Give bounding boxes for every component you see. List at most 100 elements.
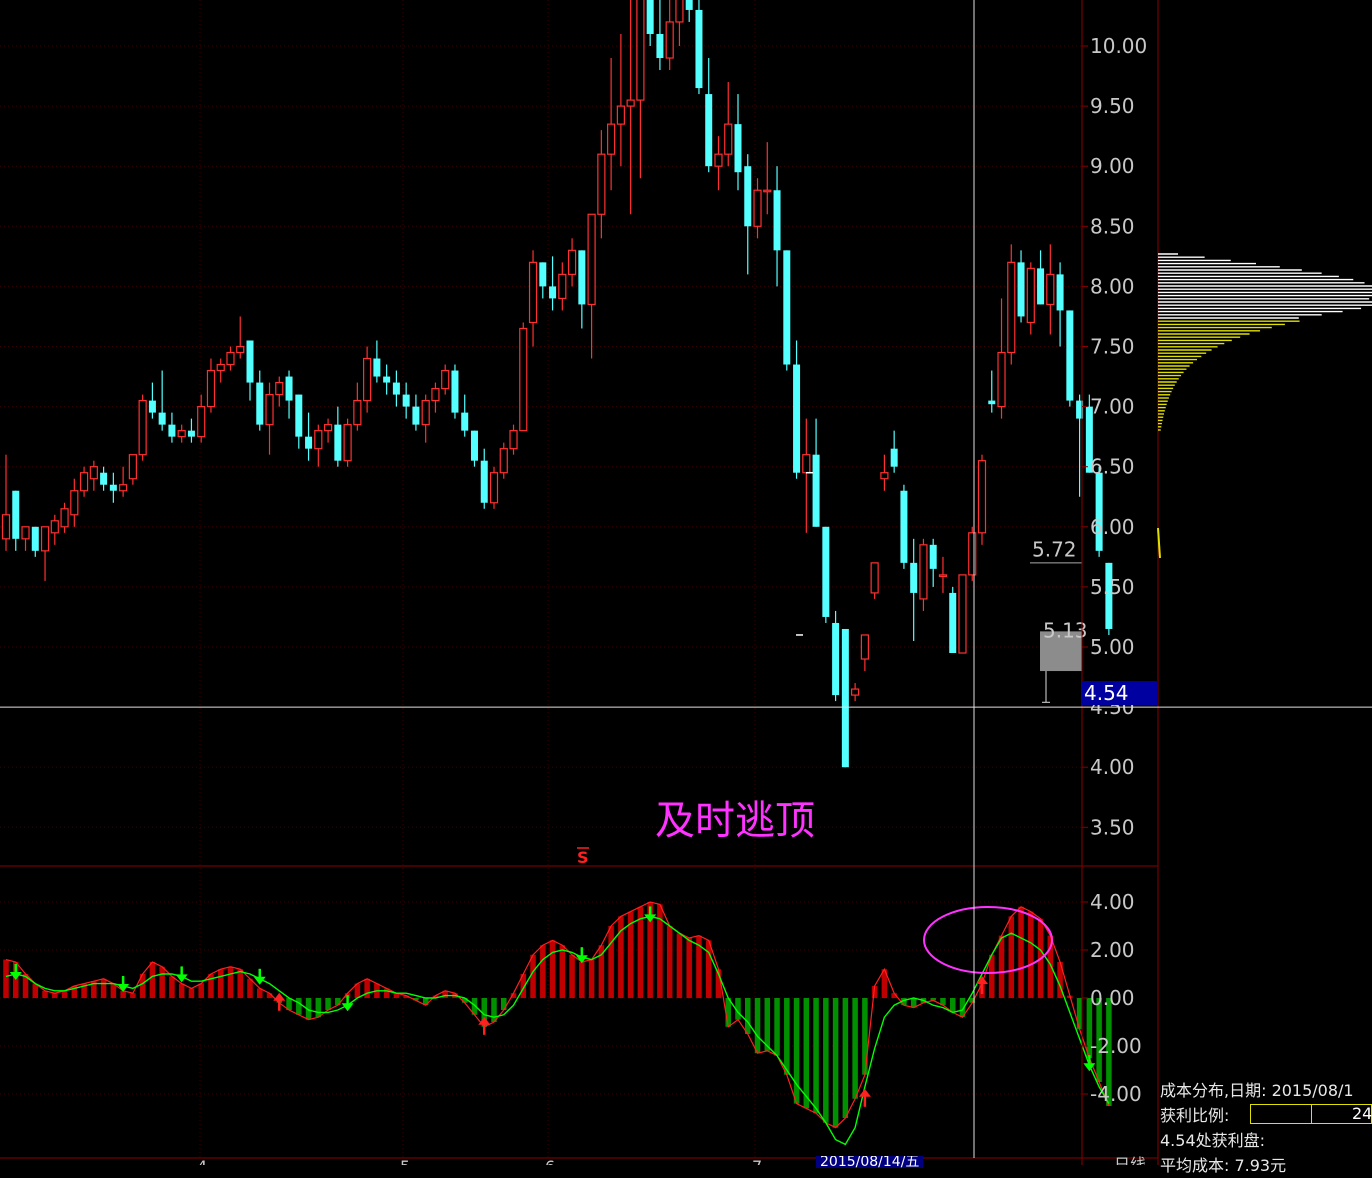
candle-up — [70, 490, 79, 516]
candle-up — [626, 99, 635, 107]
candle-up — [870, 562, 879, 594]
candle-up — [265, 393, 274, 426]
candle-down — [451, 370, 459, 413]
chart-stage: 5.72 5.13 S 10.00 9.50 9.00 8.50 8.00 7.50 7.00… — [0, 0, 1372, 1165]
candle-up — [50, 520, 59, 534]
candle-up — [1007, 261, 1016, 354]
candle-down — [910, 562, 918, 593]
crosshair-date-tag: 2015/08/14/五 — [816, 1156, 924, 1168]
candle-up — [714, 153, 723, 167]
overlay — [0, 0, 1372, 1158]
candle-up — [958, 574, 967, 654]
candle-up — [509, 430, 518, 450]
candle-up — [919, 544, 928, 600]
candle-down — [373, 358, 381, 377]
y-tick-label: 7.50 — [1090, 335, 1135, 359]
candle-up — [519, 327, 528, 432]
candle-up — [802, 454, 811, 474]
candle-up — [665, 21, 674, 59]
candle-down — [305, 436, 313, 449]
candle-down — [1056, 274, 1064, 311]
y-tick-label: 10.00 — [1090, 34, 1147, 58]
cost-panel-title: 成本分布,日期: 2015/08/1 — [1160, 1081, 1354, 1100]
candle-up — [314, 430, 323, 450]
candle-up — [1, 514, 11, 540]
y-tick-label: 9.50 — [1090, 94, 1135, 118]
candle-up — [1046, 273, 1055, 306]
candle-up — [177, 430, 186, 438]
candle-down — [295, 394, 303, 437]
y-tick-label: 8.50 — [1090, 214, 1135, 238]
period-label: 日线 — [1114, 1155, 1146, 1165]
annotation-text: 及时逃顶 — [655, 798, 815, 844]
macd-y-tick-label: 2.00 — [1090, 938, 1135, 962]
candle-down — [734, 124, 742, 173]
candle-down — [705, 94, 713, 167]
candle-down — [988, 400, 996, 405]
candle-up — [997, 351, 1006, 408]
candle-up — [880, 472, 889, 480]
candle-up — [216, 363, 225, 372]
profit-ratio-value: 24 — [1352, 1104, 1372, 1123]
candle-down — [549, 286, 557, 299]
candle-down — [832, 622, 840, 696]
candle-down — [148, 400, 156, 413]
crosshair-price-tag: 4.54 — [1082, 681, 1158, 705]
candle-down — [392, 382, 400, 395]
candle-down — [383, 376, 391, 383]
candle-up — [851, 688, 860, 696]
y-tick-label: 9.00 — [1090, 154, 1135, 178]
candle-down — [822, 526, 830, 617]
candle-up — [21, 526, 30, 540]
low-mark-label: 5.13 — [1043, 618, 1088, 642]
candle-up — [968, 532, 977, 576]
y-tick-label: 7.00 — [1090, 395, 1135, 419]
candle-down — [1037, 268, 1045, 305]
candle-down — [646, 0, 654, 34]
candle-down — [256, 382, 264, 425]
macd-y-tick-label: 0.00 — [1090, 986, 1135, 1010]
x-tick-label: 7 — [752, 1157, 762, 1165]
candle-down — [783, 250, 791, 365]
candle-down — [949, 592, 957, 654]
buy-arrow-head — [976, 976, 988, 984]
candle-down — [402, 394, 410, 407]
candle-down — [109, 484, 117, 491]
candle-down — [929, 544, 937, 569]
sell-arrow-head — [644, 914, 657, 923]
y-tick-label: 5.50 — [1090, 575, 1135, 599]
signal-line — [5, 915, 1110, 1146]
candle-up — [89, 466, 98, 480]
macd-y-tick-label: -2.00 — [1090, 1034, 1142, 1058]
candle-up — [79, 472, 89, 492]
profit-ratio-fill — [1251, 1105, 1312, 1123]
y-tick-label: 4.00 — [1090, 755, 1135, 779]
candle-up — [499, 448, 508, 474]
candle-up — [558, 273, 567, 300]
candle-up — [206, 369, 216, 408]
x-tick-label: 5 — [400, 1157, 410, 1165]
candle-up — [138, 399, 147, 456]
candle-down — [695, 9, 703, 89]
candle-down — [656, 33, 664, 59]
candle-down — [900, 490, 908, 563]
macd-series: S — [3, 847, 1112, 1146]
candle-up — [226, 351, 235, 366]
candle-up — [607, 123, 616, 155]
high-mark-label: 5.72 — [1032, 537, 1077, 561]
macd-y-tick-label: -4.00 — [1090, 1082, 1142, 1106]
candle-down — [470, 430, 478, 461]
candle-down — [1066, 310, 1074, 401]
candle-up — [860, 634, 869, 660]
candle-up — [675, 0, 684, 23]
candle-up — [323, 424, 333, 432]
y-tick-label: 6.50 — [1090, 455, 1135, 479]
candle-up — [489, 472, 499, 504]
candle-down — [461, 412, 469, 431]
candle-up — [753, 189, 762, 227]
candle-up — [616, 105, 625, 125]
candle-up — [353, 399, 362, 426]
candle-up — [587, 213, 596, 306]
y-tick-label: 8.00 — [1090, 274, 1135, 298]
candle-up — [197, 406, 206, 438]
